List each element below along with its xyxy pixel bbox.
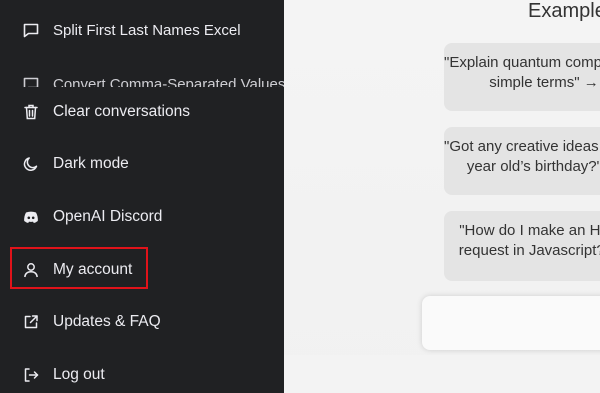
highlight-box — [10, 247, 148, 289]
example-line: "Explain quantum computing in — [444, 54, 600, 71]
menu-item-label: Updates & FAQ — [53, 313, 161, 330]
example-prompt-button[interactable]: "Explain quantum computing in simple ter… — [444, 43, 600, 111]
example-line: year old’s birthday?" → — [466, 158, 600, 175]
menu-item-dark-mode[interactable]: Dark mode — [0, 142, 284, 186]
bottom-area — [284, 355, 600, 393]
menu-item-log-out[interactable]: Log out — [0, 353, 284, 393]
menu-item-label: OpenAI Discord — [53, 208, 163, 225]
menu-item-label: Clear conversations — [53, 103, 190, 120]
menu-item-openai-discord[interactable]: OpenAI Discord — [0, 195, 284, 239]
example-line: "Got any creative ideas for a 10 — [444, 138, 600, 155]
examples-heading: Examples — [528, 0, 600, 22]
example-line: request in Javascript?" → — [458, 242, 600, 259]
example-line: simple terms" → — [489, 74, 599, 91]
account-menu: Clear conversations Dark mode OpenAI Dis… — [0, 87, 284, 393]
main-content: Examples "Explain quantum computing in s… — [284, 0, 600, 393]
menu-item-label: Log out — [53, 366, 105, 383]
menu-item-clear-conversations[interactable]: Clear conversations — [0, 90, 284, 134]
discord-icon — [22, 208, 40, 226]
conversation-item[interactable]: Split First Last Names Excel — [0, 10, 284, 50]
example-line: "How do I make an HTTP — [459, 222, 600, 239]
example-prompt-button[interactable]: "Got any creative ideas for a 10 year ol… — [444, 127, 600, 195]
menu-item-updates-faq[interactable]: Updates & FAQ — [0, 300, 284, 344]
logout-icon — [22, 366, 40, 384]
external-link-icon — [22, 313, 40, 331]
conversation-label: Split First Last Names Excel — [53, 21, 241, 39]
chat-bubble-icon — [22, 21, 40, 39]
trash-icon — [22, 103, 40, 121]
moon-icon — [22, 155, 40, 173]
example-prompt-button[interactable]: "How do I make an HTTP request in Javasc… — [444, 211, 600, 281]
menu-item-label: Dark mode — [53, 155, 129, 172]
message-input[interactable] — [422, 296, 600, 350]
sidebar: Split First Last Names Excel Convert Com… — [0, 0, 284, 393]
